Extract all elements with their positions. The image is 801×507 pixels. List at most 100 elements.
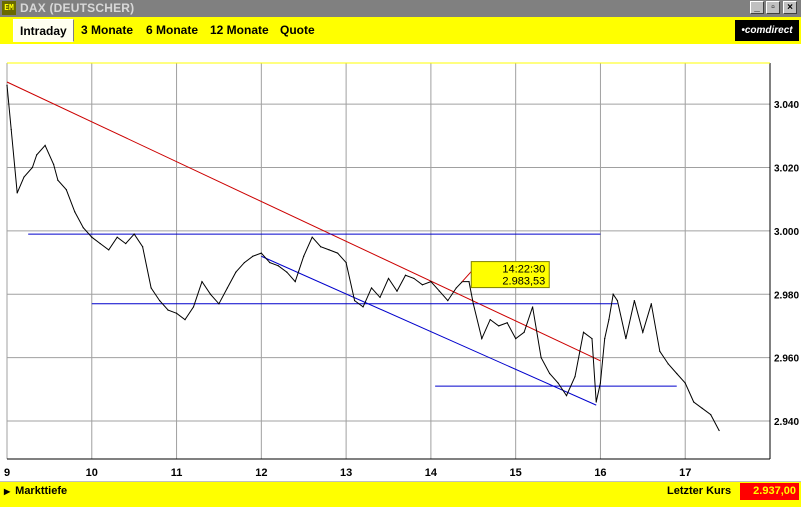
- market-depth-link[interactable]: ▶ Markttiefe: [4, 482, 67, 501]
- x-tick-label: 10: [86, 467, 98, 479]
- tab-12-monate[interactable]: 12 Monate: [204, 19, 275, 42]
- price-point: [676, 372, 678, 375]
- price-point: [294, 280, 296, 283]
- minimize-button[interactable]: _: [750, 1, 764, 14]
- last-price-label: Letzter Kurs: [667, 485, 732, 497]
- price-point: [218, 303, 220, 305]
- x-tick-label: 16: [594, 467, 606, 479]
- last-price-value: 2.937,00: [740, 483, 799, 500]
- restore-button[interactable]: ▫: [766, 1, 780, 14]
- price-point: [235, 271, 237, 273]
- price-point: [201, 280, 203, 283]
- price-point: [430, 280, 432, 283]
- price-point: [604, 338, 606, 340]
- price-point: [468, 280, 470, 283]
- price-point: [303, 255, 305, 257]
- window-title: DAX (DEUTSCHER): [20, 1, 135, 15]
- price-point: [489, 319, 491, 321]
- price-point: [565, 395, 568, 397]
- price-point: [667, 363, 669, 365]
- tab-3-monate[interactable]: 3 Monate: [75, 19, 139, 42]
- price-point: [481, 338, 483, 340]
- price-point: [532, 306, 534, 308]
- app-icon: EM: [2, 1, 16, 15]
- tab-bar: Intraday 3 Monate 6 Monate 12 Monate Quo…: [0, 17, 801, 44]
- tab-quote[interactable]: Quote: [274, 19, 321, 42]
- price-point: [455, 287, 457, 289]
- price-point: [116, 236, 118, 238]
- intraday-chart: 9 10 11 12 13 14 15 16 17 3.040 3.020 3.000 2.980 2.9…: [0, 44, 801, 481]
- price-point: [192, 306, 195, 308]
- price-point: [396, 290, 398, 292]
- price-point: [595, 401, 597, 403]
- tooltip-time: 14:22:30: [502, 264, 545, 276]
- price-point: [574, 376, 576, 378]
- price-point: [337, 252, 339, 254]
- price-point: [370, 287, 373, 289]
- tooltip-value: 2.983,53: [502, 276, 545, 288]
- y-tick-label: 3.040: [774, 100, 799, 111]
- price-point: [209, 293, 212, 295]
- price-point: [44, 144, 46, 146]
- price-point: [540, 357, 542, 359]
- price-point: [591, 338, 593, 340]
- x-tick-label: 9: [4, 467, 10, 479]
- y-tick-label: 2.980: [774, 290, 799, 301]
- price-point: [125, 242, 127, 245]
- price-point: [515, 338, 517, 340]
- tab-6-monate[interactable]: 6 Monate: [140, 19, 204, 42]
- price-point: [659, 350, 661, 352]
- price-point: [16, 192, 18, 194]
- price-point: [320, 246, 322, 248]
- price-point: [133, 233, 135, 235]
- price-point: [404, 274, 407, 276]
- price-point: [362, 306, 364, 308]
- price-point: [557, 382, 559, 384]
- price-point: [74, 211, 76, 213]
- price-point: [684, 382, 686, 384]
- price-point: [10, 128, 12, 131]
- y-tick-label: 3.020: [774, 164, 799, 175]
- price-point: [57, 179, 59, 181]
- price-point: [599, 382, 602, 384]
- price-point: [498, 325, 500, 327]
- price-point: [328, 249, 330, 251]
- price-point: [23, 176, 25, 178]
- price-point: [438, 290, 440, 292]
- price-point: [421, 284, 424, 286]
- price-point: [184, 319, 186, 321]
- price-point: [612, 293, 614, 295]
- tooltip-pointer: [461, 271, 472, 282]
- status-footer: ▶ Markttiefe Letzter Kurs 2.937,00: [0, 482, 801, 507]
- price-point: [582, 331, 585, 333]
- price-point: [608, 319, 610, 321]
- price-point: [36, 154, 38, 156]
- price-point: [693, 401, 695, 403]
- price-point: [625, 338, 627, 340]
- red-trendline: [6, 81, 601, 362]
- price-point: [260, 252, 262, 254]
- price-point: [345, 261, 347, 264]
- price-point: [353, 300, 356, 302]
- price-point: [311, 236, 313, 238]
- price-point: [65, 189, 67, 191]
- price-point: [650, 303, 652, 305]
- price-point: [642, 331, 644, 333]
- close-button[interactable]: ×: [783, 1, 797, 14]
- chart-svg: 9 10 11 12 13 14 15 16 17 3.040 3.020 3.000 2.980 2.9…: [4, 62, 799, 479]
- x-tick-label: 14: [425, 467, 438, 479]
- price-point: [53, 163, 55, 165]
- price-point: [142, 246, 144, 248]
- price-point: [413, 277, 415, 280]
- y-tick-label: 2.940: [774, 417, 799, 428]
- play-arrow-icon: ▶: [4, 487, 11, 496]
- price-point: [150, 287, 152, 289]
- price-point: [286, 271, 288, 273]
- tab-intraday[interactable]: Intraday: [13, 19, 74, 42]
- x-tick-label: 15: [510, 467, 522, 479]
- price-point: [31, 166, 34, 169]
- price-point: [159, 300, 161, 302]
- price-point: [175, 312, 178, 314]
- price-point: [243, 261, 245, 264]
- price-point: [108, 249, 110, 251]
